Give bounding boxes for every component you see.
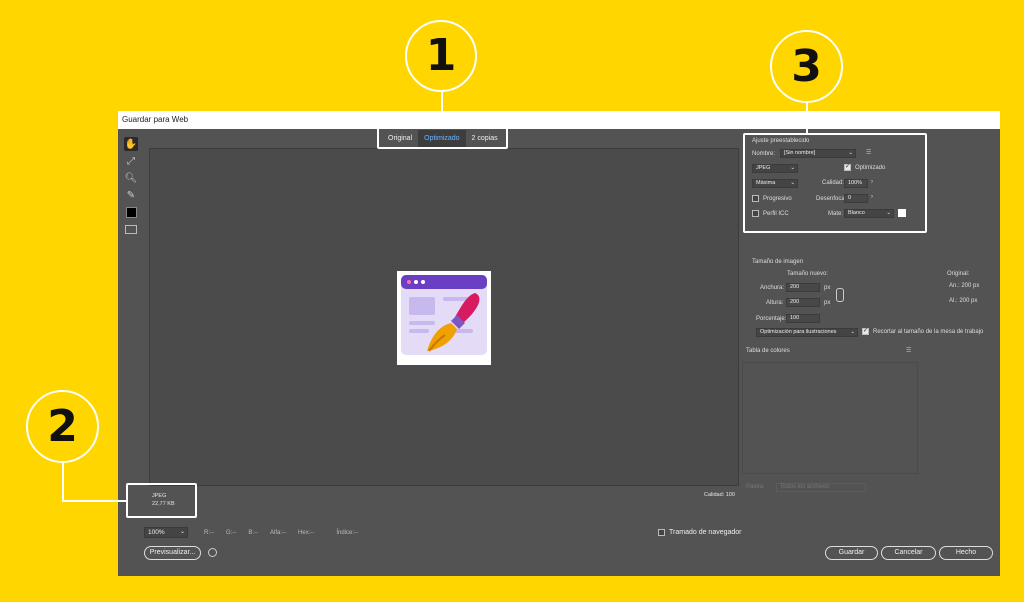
artwork-image <box>397 271 491 365</box>
callout-box-tabs <box>377 127 508 149</box>
readout-alpha: Alfa:-- <box>270 529 287 536</box>
new-size-label: Tamaño nuevo: <box>787 271 829 277</box>
readout-hex: Hex:-- <box>298 529 315 536</box>
palette-select[interactable]: Todos los archivos <box>776 483 866 492</box>
browser-dither-checkbox[interactable] <box>658 529 665 536</box>
callout-number-2: 2 <box>26 390 99 463</box>
width-input[interactable]: 200 <box>786 283 820 292</box>
image-preview-area[interactable] <box>149 148 739 486</box>
resample-value: Optimización para ilustraciones <box>760 329 837 335</box>
readout-b: B:-- <box>248 529 259 536</box>
height-label: Altura: <box>766 300 784 306</box>
hand-tool-icon[interactable]: ✋ <box>124 137 138 151</box>
clip-artboard-option[interactable]: Recortar al tamaño de la mesa de trabajo <box>862 327 984 335</box>
globe-icon[interactable] <box>208 548 217 557</box>
toggle-slices-icon[interactable] <box>124 222 138 236</box>
preview-button[interactable]: Previsualizar... <box>144 546 201 560</box>
zoom-select[interactable]: 100% ⌄ <box>144 527 188 538</box>
palette-label: Paleta: <box>746 484 765 490</box>
browser-dither-label: Tramado de navegador <box>669 529 742 536</box>
zoom-value: 100% <box>148 529 165 536</box>
chevron-down-icon: ⌄ <box>850 329 855 335</box>
callout-box-preset <box>743 133 927 233</box>
chevron-down-icon: ⌄ <box>179 529 185 535</box>
percent-input[interactable]: 100 <box>786 314 820 323</box>
link-chain-icon[interactable] <box>836 288 844 302</box>
callout-line-2a <box>62 462 64 502</box>
color-table <box>742 362 918 474</box>
resample-select[interactable]: Optimización para ilustraciones ⌄ <box>756 328 858 337</box>
readout-r: R:-- <box>204 529 214 536</box>
original-width: An.: 200 px <box>949 283 980 289</box>
width-label: Anchura: <box>760 285 785 291</box>
eyedropper-color-icon[interactable] <box>124 205 138 219</box>
zoom-tool-icon[interactable]: 🔍︎ <box>124 171 138 185</box>
height-input[interactable]: 200 <box>786 298 820 307</box>
browser-dither-option[interactable]: Tramado de navegador <box>658 529 742 536</box>
clip-artboard-checkbox[interactable] <box>862 327 869 335</box>
image-size-heading: Tamaño de imagen <box>752 259 804 265</box>
percent-label: Porcentaje: <box>756 316 787 322</box>
status-bar: 100% ⌄ R:-- G:-- B:-- Alfa:-- Hex:-- Índi… <box>144 527 358 538</box>
callout-number-1: 1 <box>405 20 477 92</box>
slice-select-tool-icon[interactable]: ⤢ <box>124 154 138 168</box>
quality-readout: Calidad: 100 <box>704 492 735 498</box>
color-table-menu-icon[interactable]: ☰ <box>906 347 911 354</box>
callout-line-3 <box>806 100 808 133</box>
window-title: Guardar para Web <box>118 111 1000 129</box>
callout-number-3: 3 <box>770 30 843 103</box>
original-size-label: Original: <box>947 271 970 277</box>
callout-line-1 <box>441 90 443 127</box>
callout-box-file-info <box>126 483 197 518</box>
callout-line-2b <box>62 500 126 502</box>
eyedropper-tool-icon[interactable]: ✎ <box>124 188 138 202</box>
readout-index: Índice:-- <box>336 529 359 536</box>
toolbox: ✋ ⤢ 🔍︎ ✎ <box>124 137 140 239</box>
readout-g: G:-- <box>226 529 237 536</box>
clip-artboard-label: Recortar al tamaño de la mesa de trabajo <box>873 328 984 335</box>
original-height: Al.: 200 px <box>949 298 978 304</box>
color-table-heading: Tabla de colores <box>746 348 790 354</box>
height-unit: px <box>824 300 831 306</box>
width-unit: px <box>824 285 831 291</box>
